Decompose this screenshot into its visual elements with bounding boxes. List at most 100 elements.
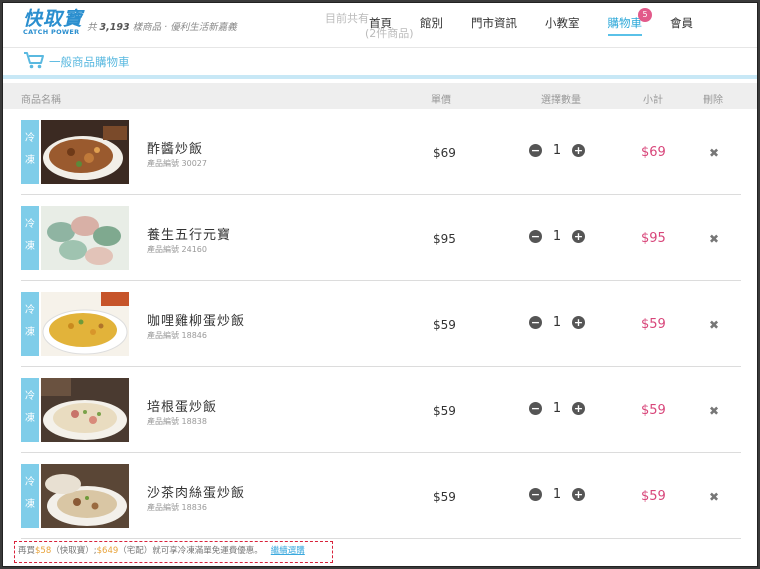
product-count: 3,193 — [99, 22, 130, 33]
col-name: 商品名稱 — [21, 95, 61, 106]
quantity-value: 1 — [552, 315, 562, 330]
frozen-tag: 冷凍 — [21, 292, 39, 356]
quantity-stepper: − 1 + — [529, 143, 585, 158]
cart-row: 冷凍 沙茶肉絲蛋炒飯 產品編號 18836 $59 − 1 + $59 ✖ — [21, 454, 741, 539]
frozen-tag: 冷凍 — [21, 378, 39, 442]
product-name[interactable]: 養生五行元寶 — [147, 224, 231, 243]
quantity-stepper: − 1 + — [529, 401, 585, 416]
continue-shopping-link[interactable]: 繼續選購 — [271, 546, 305, 556]
product-name[interactable]: 沙茶肉絲蛋炒飯 — [147, 482, 245, 501]
quantity-stepper: − 1 + — [529, 315, 585, 330]
product-image[interactable] — [41, 464, 129, 528]
cart-row: 冷凍 酢醬炒飯 產品編號 30027 $69 − 1 + $69 ✖ — [21, 110, 741, 195]
delete-icon[interactable]: ✖ — [709, 404, 719, 418]
subtotal: $59 — [641, 403, 666, 418]
frozen-tag: 冷凍 — [21, 464, 39, 528]
product-name[interactable]: 培根蛋炒飯 — [147, 396, 217, 415]
plus-icon[interactable]: + — [572, 402, 585, 415]
free-shipping-note: 再買$58（快取寶）;$649（宅配）就可享冷凍滿單免運費優惠。 繼續選購 — [14, 541, 333, 563]
plus-icon[interactable]: + — [572, 230, 585, 243]
nav-classroom[interactable]: 小教室 — [545, 15, 580, 31]
cart-row: 冷凍 養生五行元寶 產品編號 24160 $95 − 1 + $95 ✖ — [21, 196, 741, 281]
unit-price: $59 — [433, 490, 456, 504]
product-code: 產品編號 18846 — [147, 331, 207, 340]
nav-member[interactable]: 會員 — [670, 15, 693, 31]
subtotal: $59 — [641, 489, 666, 504]
delete-icon[interactable]: ✖ — [709, 146, 719, 160]
shopping-cart-icon — [23, 51, 45, 73]
quantity-value: 1 — [552, 401, 562, 416]
unit-price: $59 — [433, 404, 456, 418]
tagline-prefix: 共 — [87, 22, 97, 33]
site-header: 快取寶 CATCH POWER 共 3,193 樣商品 · 優利生活新嘉義 目前… — [3, 3, 757, 48]
nav-store-info-label: 門市資訊 — [471, 16, 517, 30]
nav-cart[interactable]: 購物車 5 — [607, 8, 652, 36]
nav-home-label: 首頁 — [369, 16, 392, 30]
unit-price: $95 — [433, 232, 456, 246]
quantity-value: 1 — [552, 487, 562, 502]
product-code: 產品編號 24160 — [147, 245, 207, 254]
note-amount-1: $58 — [35, 546, 52, 556]
nav-member-label: 會員 — [670, 16, 693, 30]
page-frame: 快取寶 CATCH POWER 共 3,193 樣商品 · 優利生活新嘉義 目前… — [2, 2, 758, 567]
col-price: 單價 — [431, 95, 451, 106]
delete-icon[interactable]: ✖ — [709, 232, 719, 246]
product-image[interactable] — [41, 120, 129, 184]
note-text-3: （宅配）就可享冷凍滿單免運費優惠。 — [118, 546, 263, 556]
nav-store-info[interactable]: 門市資訊 — [471, 15, 517, 31]
frozen-tag: 冷凍 — [21, 120, 39, 184]
main-nav: 首頁 館別 門市資訊 小教室 購物車 5 會員 — [369, 8, 721, 36]
minus-icon[interactable]: − — [529, 402, 542, 415]
plus-icon[interactable]: + — [572, 144, 585, 157]
delete-icon[interactable]: ✖ — [709, 318, 719, 332]
cart-row: 冷凍 咖哩雞柳蛋炒飯 產品編號 18846 $59 − 1 + $59 ✖ — [21, 282, 741, 367]
cart-row: 冷凍 培根蛋炒飯 產品編號 18838 $59 − 1 + $59 ✖ — [21, 368, 741, 453]
quantity-value: 1 — [552, 229, 562, 244]
cart-title-text: 一般商品購物車 — [49, 55, 130, 69]
product-name[interactable]: 咖哩雞柳蛋炒飯 — [147, 310, 245, 329]
delete-icon[interactable]: ✖ — [709, 490, 719, 504]
product-code: 產品編號 18838 — [147, 417, 207, 426]
frozen-tag: 冷凍 — [21, 206, 39, 270]
minus-icon[interactable]: − — [529, 488, 542, 501]
cart-title: 一般商品購物車 — [23, 51, 130, 73]
logo-text: 快取寶 — [23, 8, 84, 30]
subtotal: $59 — [641, 317, 666, 332]
col-qty: 選擇數量 — [541, 95, 581, 106]
cart-table-header: 商品名稱 單價 選擇數量 小計 刪除 — [3, 83, 757, 109]
cart-count-badge: 5 — [638, 8, 652, 22]
plus-icon[interactable]: + — [572, 316, 585, 329]
product-image[interactable] — [41, 292, 129, 356]
product-image[interactable] — [41, 378, 129, 442]
unit-price: $69 — [433, 146, 456, 160]
nav-cart-label: 購物車 — [607, 16, 643, 30]
nav-classroom-label: 小教室 — [545, 16, 580, 30]
quantity-value: 1 — [552, 143, 562, 158]
unit-price: $59 — [433, 318, 456, 332]
product-image[interactable] — [41, 206, 129, 270]
note-text-1: 再買 — [18, 546, 36, 556]
logo[interactable]: 快取寶 CATCH POWER — [23, 9, 83, 36]
col-subtotal: 小計 — [643, 95, 663, 106]
title-divider — [3, 75, 757, 79]
logo-subtext: CATCH POWER — [23, 28, 80, 36]
nav-categories-label: 館別 — [420, 16, 443, 30]
quantity-stepper: − 1 + — [529, 487, 585, 502]
minus-icon[interactable]: − — [529, 144, 542, 157]
subtotal: $95 — [641, 231, 666, 246]
note-text-2: （快取寶）; — [51, 546, 97, 556]
plus-icon[interactable]: + — [572, 488, 585, 501]
product-code: 產品編號 18836 — [147, 503, 207, 512]
product-code: 產品編號 30027 — [147, 159, 207, 168]
col-delete: 刪除 — [703, 95, 723, 106]
minus-icon[interactable]: − — [529, 230, 542, 243]
nav-categories[interactable]: 館別 — [420, 15, 443, 31]
minus-icon[interactable]: − — [529, 316, 542, 329]
quantity-stepper: − 1 + — [529, 229, 585, 244]
nav-home[interactable]: 首頁 — [369, 15, 392, 31]
tagline-suffix: 樣商品 · 優利生活新嘉義 — [132, 22, 237, 33]
note-amount-2: $649 — [96, 546, 119, 556]
subtotal: $69 — [641, 145, 666, 160]
product-name[interactable]: 酢醬炒飯 — [147, 138, 203, 157]
site-tagline: 共 3,193 樣商品 · 優利生活新嘉義 — [87, 19, 237, 33]
